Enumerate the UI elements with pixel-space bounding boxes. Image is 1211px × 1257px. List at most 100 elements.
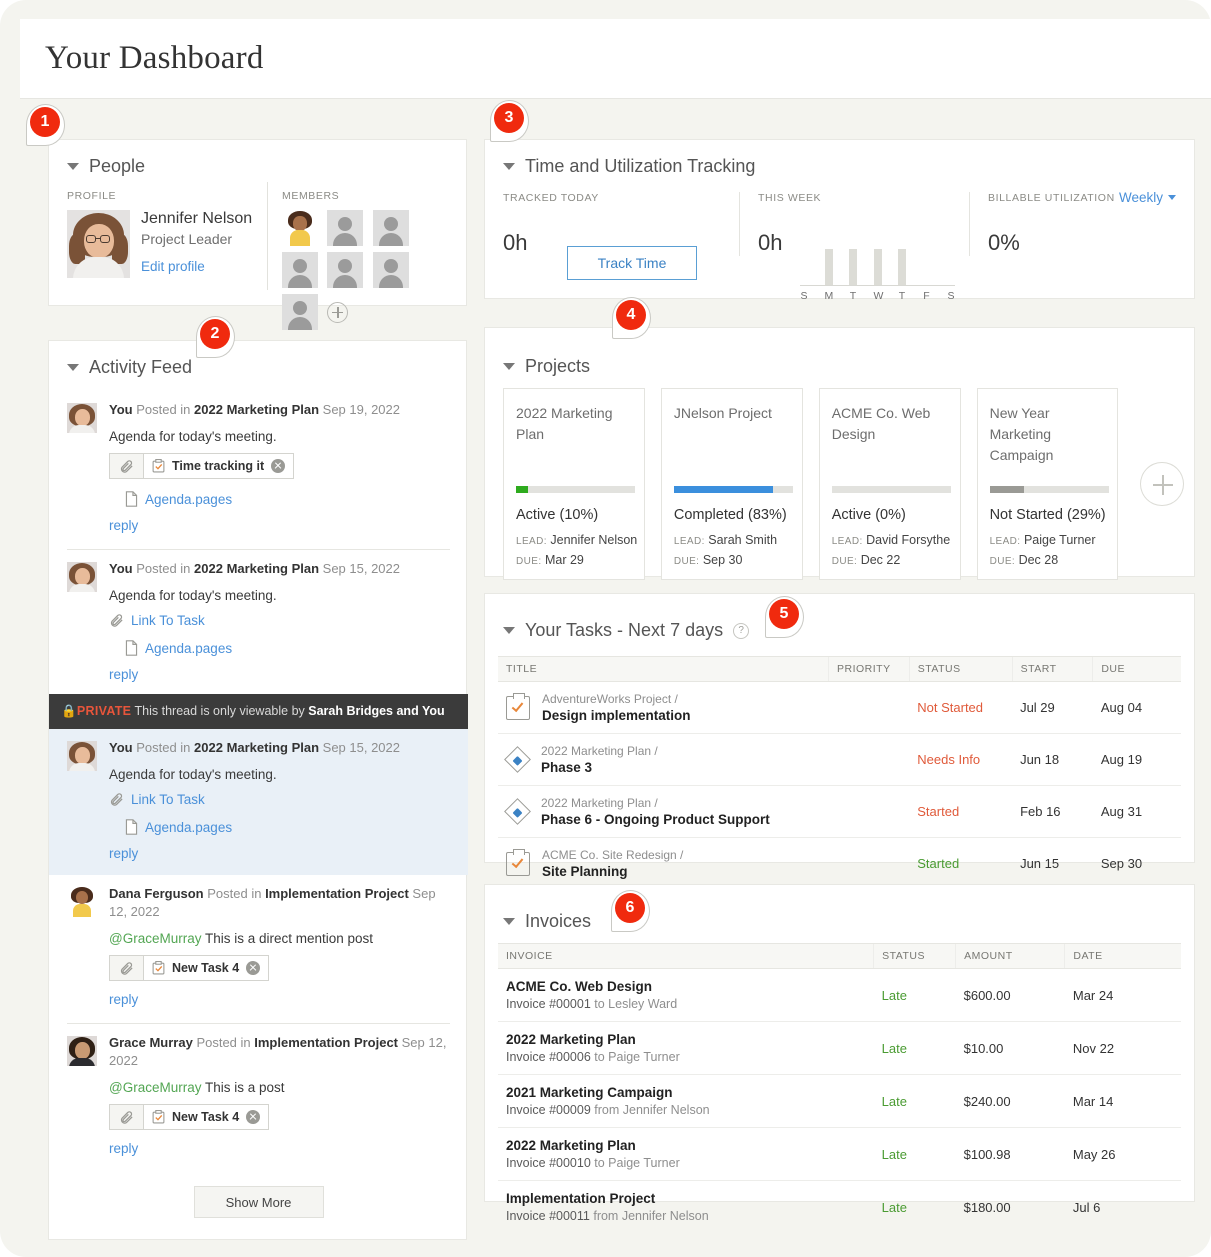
member-avatar[interactable] [327,252,364,288]
project-status: Not Started (29%) [989,507,1106,523]
add-project-button[interactable] [1140,462,1185,506]
people-header[interactable]: People [67,156,145,177]
lead-value: David Forsythe [866,533,951,547]
invoice-amount: $100.98 [955,1127,1065,1181]
post-author: Grace Murray [109,1035,193,1050]
task-chip[interactable]: Time tracking it [109,453,295,479]
close-icon[interactable] [271,459,286,473]
col-amount[interactable]: AMOUNT [955,943,1065,969]
reply-link[interactable]: reply [109,992,450,1007]
reply-link[interactable]: reply [109,846,450,861]
table-row[interactable]: 2022 Marketing Plan Invoice #00010 to Pa… [498,1127,1181,1181]
task-chip[interactable]: New Task 4 [109,1104,270,1130]
attachment-name: Agenda.pages [145,640,233,656]
edit-profile-link[interactable]: Edit profile [141,259,205,274]
activity-feed-header[interactable]: Activity Feed [67,357,192,378]
reply-link[interactable]: reply [109,518,450,533]
table-row[interactable]: ACME Co. Web Design Invoice #00001 to Le… [498,968,1181,1022]
period-select[interactable]: Weekly [1119,190,1176,205]
invoice-project: 2022 Marketing Plan [506,1032,636,1047]
mention-link[interactable]: @GraceMurray [109,931,201,946]
table-row[interactable]: 2022 Marketing Plan / Phase 3 Needs Info… [498,733,1181,786]
col-title[interactable]: TITLE [498,656,829,682]
col-status[interactable]: STATUS [873,943,956,969]
chevron-down-icon [1168,195,1176,200]
post-project[interactable]: Implementation Project [265,886,409,901]
task-project: 2022 Marketing Plan / [541,796,658,810]
table-row[interactable]: 2021 Marketing Campaign Invoice #00009 f… [498,1074,1181,1128]
link-to-task-label: Link To Task [131,792,205,807]
col-date[interactable]: DATE [1064,943,1181,969]
pin-number: 1 [30,107,60,137]
chevron-down-icon[interactable] [503,918,515,925]
close-icon[interactable] [246,1110,261,1124]
task-chip[interactable]: New Task 4 [109,955,270,981]
pin-number: 6 [615,893,645,923]
chevron-down-icon[interactable] [503,163,515,170]
task-name: Phase 6 - Ongoing Product Support [541,812,770,827]
reply-link[interactable]: reply [109,1141,450,1156]
task-due: Sep 30 [1100,856,1143,871]
table-row[interactable]: 2022 Marketing Plan / Phase 6 - Ongoing … [498,785,1181,838]
activity-feed-card: Activity Feed You Posted in 2022 Marketi… [48,340,468,1240]
project-card[interactable]: 2022 Marketing Plan Active (10%) LEAD: J… [503,388,645,580]
post-project[interactable]: 2022 Marketing Plan [194,402,319,417]
link-to-task[interactable]: Link To Task [109,792,450,807]
attachment-link[interactable]: Agenda.pages [125,491,450,507]
post-project[interactable]: 2022 Marketing Plan [194,561,319,576]
close-icon[interactable] [246,961,261,975]
add-member-button[interactable] [327,302,349,323]
chevron-down-icon[interactable] [503,627,515,634]
show-more-button[interactable]: Show More [193,1186,324,1218]
attachment-link[interactable]: Agenda.pages [125,640,450,656]
private-text: This thread is only viewable by [134,704,309,718]
milestone-diamond-icon [504,798,531,825]
member-avatar[interactable] [372,210,409,246]
table-row[interactable]: AdventureWorks Project / Design implemen… [498,681,1181,734]
members-label: MEMBERS [282,190,340,202]
link-to-task[interactable]: Link To Task [109,613,450,628]
project-card[interactable]: New Year Marketing Campaign Not Started … [976,388,1119,580]
task-title-cell: 2022 Marketing Plan / Phase 6 - Ongoing … [498,785,829,838]
projects-header[interactable]: Projects [503,356,590,377]
tasks-header[interactable]: Your Tasks - Next 7 days ? [503,620,750,641]
member-avatar[interactable] [327,210,364,246]
col-due[interactable]: DUE [1092,656,1181,682]
post-text: @GraceMurray This is a direct mention po… [109,931,450,946]
due-key: DUE: [516,556,542,567]
invoice-status: Late [873,1074,956,1128]
project-card[interactable]: JNelson Project Completed (83%) LEAD: Sa… [660,388,803,580]
project-card[interactable]: ACME Co. Web Design Active (0%) LEAD: Da… [818,388,961,580]
list-item: Dana Ferguson Posted in Implementation P… [49,875,468,1019]
reply-link[interactable]: reply [109,667,450,682]
member-avatar[interactable] [372,252,409,288]
col-start[interactable]: START [1011,656,1093,682]
col-invoice[interactable]: INVOICE [498,943,874,969]
project-lead: LEAD: David Forsythe [832,533,950,547]
table-row[interactable]: ACME Co. Site Redesign / Site Planning S… [498,838,1181,890]
col-priority[interactable]: PRIORITY [827,656,910,682]
chevron-down-icon[interactable] [503,363,515,370]
chevron-down-icon[interactable] [67,364,79,371]
table-row[interactable]: 2022 Marketing Plan Invoice #00006 to Pa… [498,1021,1181,1075]
post-project[interactable]: Implementation Project [254,1035,398,1050]
bar-tue [849,249,857,285]
track-time-button[interactable]: Track Time [567,246,697,280]
time-tracking-header[interactable]: Time and Utilization Tracking [503,156,755,177]
col-status[interactable]: STATUS [908,656,1013,682]
help-icon[interactable]: ? [733,622,750,639]
people-card: People PROFILE MEMBERS Jennifer Nelson P… [48,139,467,330]
member-avatar[interactable] [282,252,318,288]
task-status: Started [917,856,960,871]
attachment-link[interactable]: Agenda.pages [125,819,450,835]
chevron-down-icon[interactable] [67,163,79,170]
page-header: Your Dashboard [20,19,1211,99]
table-row[interactable]: Implementation Project Invoice #00011 fr… [498,1181,1181,1234]
task-status: Started [909,785,1013,838]
member-avatar[interactable] [282,210,318,246]
chip-label: New Task 4 [172,961,240,975]
member-avatar[interactable] [282,294,318,330]
post-project[interactable]: 2022 Marketing Plan [194,740,319,755]
mention-link[interactable]: @GraceMurray [109,1080,201,1095]
invoices-header[interactable]: Invoices [503,911,591,932]
